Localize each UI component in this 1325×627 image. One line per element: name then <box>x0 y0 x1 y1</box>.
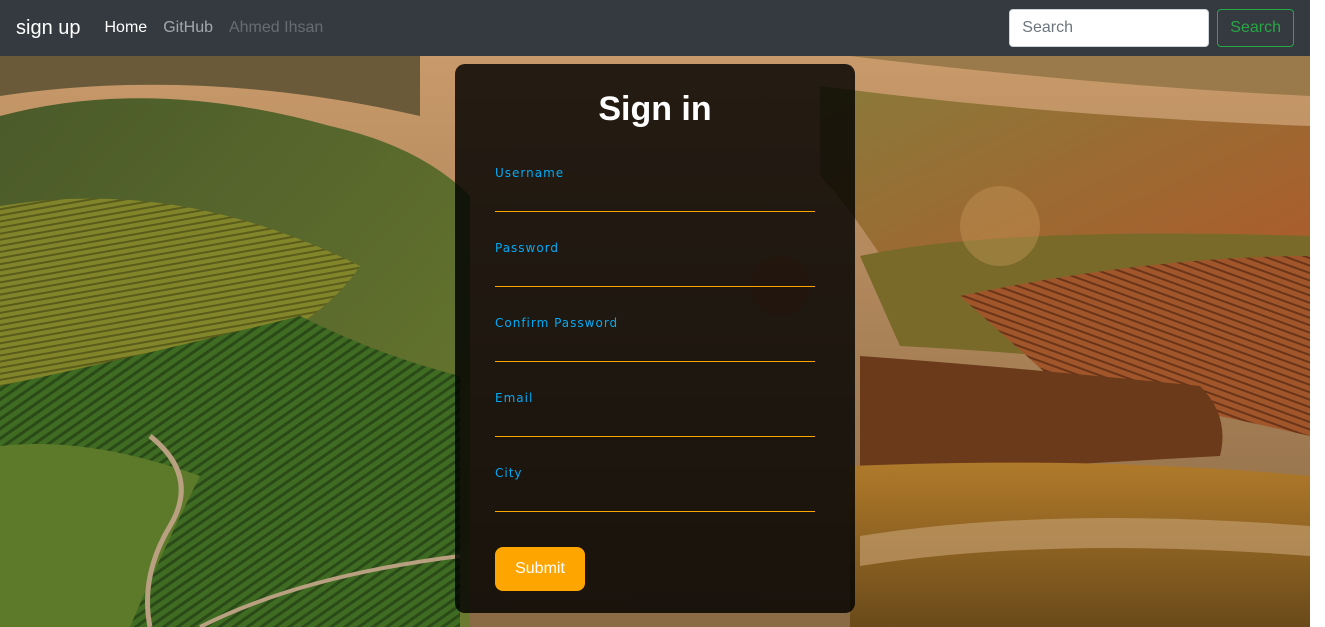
confirm-password-field-group: Confirm Password <box>495 316 815 366</box>
navbar: sign up Home GitHub Ahmed Ihsan Search <box>0 0 1310 56</box>
password-input[interactable] <box>495 263 815 287</box>
city-label: City <box>495 466 523 480</box>
username-input[interactable] <box>495 188 815 212</box>
email-input[interactable] <box>495 413 815 437</box>
password-label: Password <box>495 241 560 255</box>
form-title: Sign in <box>598 90 712 128</box>
confirm-password-label: Confirm Password <box>495 316 619 330</box>
username-label: Username <box>495 166 565 180</box>
navbar-brand[interactable]: sign up <box>16 17 81 40</box>
city-field-group: City <box>495 466 815 516</box>
signin-card: Sign in Username Password Confirm Passwo… <box>455 64 855 613</box>
nav-link-github[interactable]: GitHub <box>163 19 213 37</box>
submit-button[interactable]: Submit <box>495 547 585 591</box>
email-label: Email <box>495 391 534 405</box>
scrollbar-gutter <box>1310 0 1325 627</box>
search-button[interactable]: Search <box>1217 9 1294 47</box>
confirm-password-input[interactable] <box>495 338 815 362</box>
search-input[interactable] <box>1009 9 1210 47</box>
username-field-group: Username <box>495 166 815 216</box>
email-field-group: Email <box>495 391 815 441</box>
password-field-group: Password <box>495 241 815 291</box>
city-input[interactable] <box>495 488 815 512</box>
nav-link-ahmed-ihsan: Ahmed Ihsan <box>228 19 324 36</box>
nav-link-home[interactable]: Home <box>105 19 148 37</box>
